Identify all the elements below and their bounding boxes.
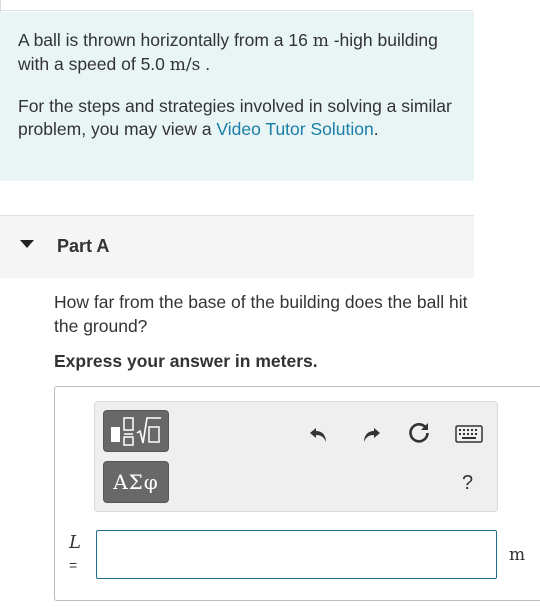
- speed-unit: m/s: [169, 55, 201, 75]
- part-a-header[interactable]: Part A: [0, 216, 474, 278]
- part-title: Part A: [57, 236, 110, 256]
- height-unit: m: [312, 31, 329, 51]
- undo-icon[interactable]: [305, 420, 333, 448]
- redo-icon[interactable]: [357, 420, 385, 448]
- question-text: How far from the base of the building do…: [54, 292, 468, 336]
- collapse-triangle-icon[interactable]: [20, 240, 34, 248]
- video-tutor-link[interactable]: Video Tutor Solution: [216, 119, 373, 139]
- help-button[interactable]: ?: [462, 472, 473, 495]
- top-divider: [0, 0, 474, 11]
- answer-input[interactable]: [96, 530, 497, 579]
- equals-sign: =: [69, 557, 78, 573]
- tutor-note: For the steps and strategies involved in…: [18, 96, 452, 139]
- symbols-button[interactable]: ΑΣφ: [103, 461, 169, 503]
- answer-instruction: Express your answer in meters.: [54, 351, 318, 371]
- math-toolbar: ΑΣφ ?: [94, 401, 498, 512]
- problem-intro: A ball is thrown horizontally from a 16 …: [0, 12, 474, 181]
- templates-button[interactable]: [103, 410, 169, 452]
- keyboard-icon[interactable]: [454, 422, 484, 446]
- reset-icon[interactable]: [405, 419, 433, 447]
- problem-statement: A ball is thrown horizontally from a 16 …: [18, 30, 438, 75]
- answer-variable: L: [69, 532, 81, 553]
- answer-unit: m: [509, 545, 526, 565]
- templates-icon: [111, 417, 161, 446]
